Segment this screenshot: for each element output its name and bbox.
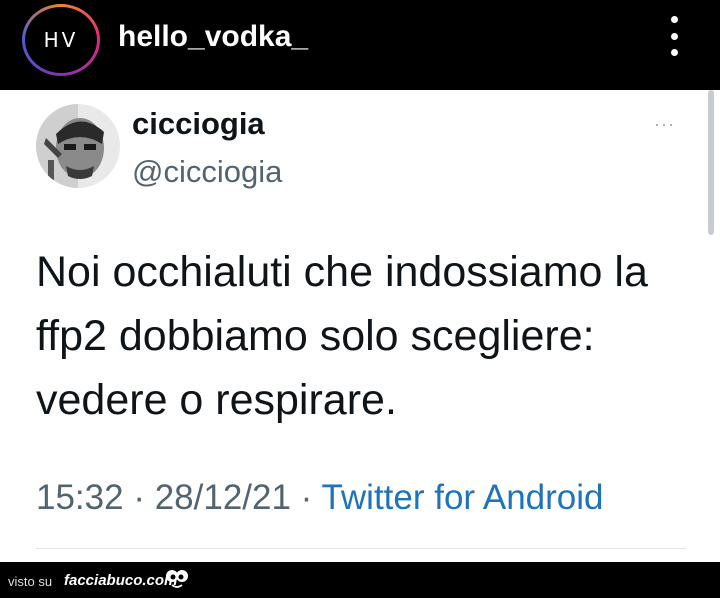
profile-username[interactable]: hello_vodka_ — [118, 20, 308, 54]
profile-avatar[interactable]: HV — [22, 4, 100, 76]
tweet-menu-icon[interactable]: ··· — [654, 114, 675, 135]
tweet-meta: 15:32 · 28/12/21 · Twitter for Android — [36, 478, 604, 518]
watermark-bar: visto su facciabuco.com — [0, 562, 720, 598]
scrollbar[interactable] — [708, 90, 714, 235]
avatar-photo-icon — [36, 104, 120, 188]
dot — [670, 32, 678, 40]
tweet-time: 15:32 — [36, 478, 124, 517]
avatar-inner: HV — [25, 7, 97, 73]
meta-separator: · — [290, 478, 322, 517]
tweet-author-name[interactable]: cicciogia — [132, 106, 265, 142]
googly-eyes-icon — [166, 570, 188, 588]
tweet-card: cicciogia @cicciogia ··· Noi occhialuti … — [0, 90, 720, 562]
watermark-prefix: visto su — [8, 574, 53, 589]
dot — [670, 16, 678, 23]
tweet-date: 28/12/21 — [154, 478, 291, 517]
tweet-text: Noi occhialuti che indossiamo la ffp2 do… — [36, 248, 648, 424]
watermark-site: facciabuco.com — [64, 572, 178, 589]
tweet-source-link[interactable]: Twitter for Android — [321, 478, 603, 517]
dot — [670, 49, 678, 56]
meta-separator: · — [123, 478, 155, 517]
avatar-initials: HV — [43, 28, 79, 52]
tweet-author-avatar[interactable] — [36, 104, 120, 188]
more-options-icon[interactable] — [660, 16, 688, 56]
instagram-header: HV hello_vodka_ — [0, 0, 720, 90]
tweet-author-handle[interactable]: @cicciogia — [132, 154, 282, 190]
divider — [36, 548, 686, 549]
